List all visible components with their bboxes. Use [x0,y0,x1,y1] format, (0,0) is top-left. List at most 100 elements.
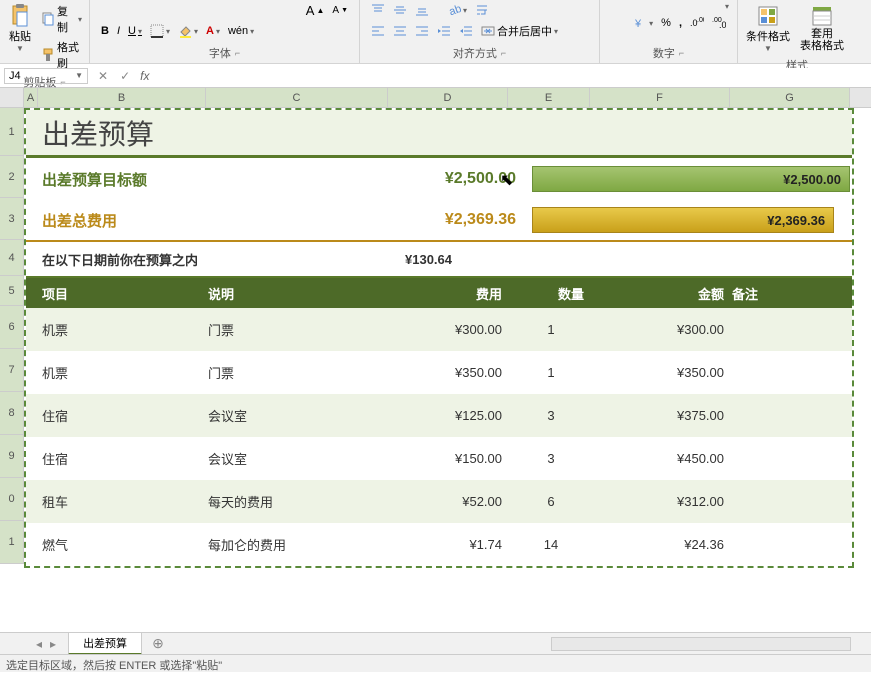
col-header-F[interactable]: F [590,88,730,107]
status-value: ¥130.64 [405,252,452,267]
increase-indent-button[interactable] [456,23,476,39]
sheet-content[interactable]: 出差预算 出差预算目标额 ¥2,500.00 ¥2,500.00 出差总费用 ¥… [24,108,854,568]
col-header-E[interactable]: E [508,88,590,107]
col-header-D[interactable]: D [388,88,508,107]
clipboard-group: 粘贴 ▼ 复制 ▾ 格式刷 剪贴板⌐ [0,0,90,63]
phonetic-button[interactable]: wén▾ [225,24,257,38]
fill-color-button[interactable]: ▾ [175,23,201,39]
fx-icon[interactable]: fx [136,69,153,83]
dropdown-icon[interactable]: ▼ [75,71,83,80]
align-left-button[interactable] [368,23,388,39]
merge-center-button[interactable]: 合并后居中▾ [478,22,561,40]
horizontal-scrollbar[interactable] [551,637,851,651]
total-cost-value: ¥2,369.36 [222,211,524,229]
row-header[interactable]: 7 [0,349,24,392]
table-row[interactable]: 住宿 会议室 ¥125.00 3 ¥375.00 [26,394,852,437]
bold-button[interactable]: B [98,24,112,38]
budget-target-bar: ¥2,500.00 [532,166,850,192]
table-row[interactable]: 住宿 会议室 ¥150.00 3 ¥450.00 [26,437,852,480]
align-bottom-button[interactable] [412,2,432,18]
tab-nav-prev[interactable]: ◂ [36,637,42,651]
sheet-tab[interactable]: 出差预算 [68,632,142,655]
decrease-font-button[interactable]: A▼ [329,4,351,17]
conditional-format-button[interactable]: 条件格式 ▼ [742,2,794,55]
underline-button[interactable]: U▾ [125,24,145,38]
align-center-button[interactable] [390,23,410,39]
cell-item: 机票 [40,320,208,339]
copy-button[interactable]: 复制 ▾ [38,2,85,36]
dialog-launcher-icon[interactable]: ⌐ [679,48,684,58]
total-cost-label: 出差总费用 [40,210,222,231]
svg-text:.0: .0 [719,20,726,30]
accounting-format-button[interactable]: ¥▾ [630,15,656,31]
name-box[interactable]: J4 ▼ [4,68,88,84]
row-header[interactable]: 1 [0,521,24,564]
column-headers: A B C D E F G [0,88,871,108]
add-sheet-button[interactable]: ⊕ [142,635,174,652]
title-row: 出差预算 [26,110,852,158]
select-all-corner[interactable] [0,88,24,107]
status-bar: 选定目标区域，然后按 ENTER 或选择"粘贴" [0,654,871,672]
table-row[interactable]: 机票 门票 ¥300.00 1 ¥300.00 [26,308,852,351]
align-group: ab▾ 合并后居中▾ 对齐方式⌐ [360,0,600,63]
row-header[interactable]: 1 [0,108,24,156]
border-button[interactable]: ▾ [147,23,173,39]
align-middle-button[interactable] [390,2,410,18]
align-right-button[interactable] [412,23,432,39]
header-note: 备注 [732,284,852,303]
table-format-button[interactable]: 套用 表格格式 [796,2,848,54]
cell-amount: ¥24.36 [592,537,732,552]
increase-decimal-button[interactable]: .0.00 [687,15,707,31]
table-row[interactable]: 机票 门票 ¥350.00 1 ¥350.00 [26,351,852,394]
decrease-indent-button[interactable] [434,23,454,39]
dialog-launcher-icon[interactable]: ⌐ [235,48,240,58]
cond-format-icon [756,4,780,28]
cell-amount: ¥300.00 [592,322,732,337]
styles-group: 条件格式 ▼ 套用 表格格式 样式 [738,0,856,63]
orientation-button[interactable]: ab▾ [444,2,470,18]
align-top-button[interactable] [368,2,388,18]
italic-button[interactable]: I [114,24,123,38]
paste-icon [8,4,32,28]
paste-button[interactable]: 粘贴 ▼ [4,2,36,55]
row-header[interactable]: 0 [0,478,24,521]
tab-nav-next[interactable]: ▸ [50,637,56,651]
formula-input[interactable] [153,68,871,84]
col-header-A[interactable]: A [24,88,38,107]
cell-cost: ¥125.00 [390,408,510,423]
col-header-C[interactable]: C [206,88,388,107]
row-header[interactable]: 4 [0,240,24,276]
row-header[interactable]: 8 [0,392,24,435]
header-qty: 数量 [510,284,592,303]
dropdown-icon: ▼ [16,44,24,53]
cell-amount: ¥312.00 [592,494,732,509]
wrap-text-button[interactable] [472,2,492,18]
header-amount: 金额 [592,284,732,303]
decrease-decimal-button[interactable]: .00.0 [709,15,729,31]
total-cost-row: 出差总费用 ¥2,369.36 ¥2,369.36 [26,200,852,242]
col-header-G[interactable]: G [730,88,850,107]
row-header[interactable]: 3 [0,198,24,240]
row-header[interactable]: 9 [0,435,24,478]
row-headers: 1 2 3 4 5 6 7 8 9 0 1 [0,108,24,568]
cancel-button[interactable]: ✕ [92,69,114,83]
row-header[interactable]: 5 [0,276,24,306]
row-header[interactable]: 2 [0,156,24,198]
font-group: A▲ A▼ B I U▾ ▾ ▾ A▾ wén▾ 字体⌐ [90,0,360,63]
cell-item: 住宿 [40,449,208,468]
cell-reference: J4 [9,70,21,82]
col-header-B[interactable]: B [38,88,206,107]
dialog-launcher-icon[interactable]: ⌐ [501,48,506,58]
table-row[interactable]: 燃气 每加仑的费用 ¥1.74 14 ¥24.36 [26,523,852,566]
comma-button[interactable]: , [676,16,685,30]
row-header[interactable]: 6 [0,306,24,349]
font-color-button[interactable]: A▾ [203,24,223,38]
cell-desc: 门票 [208,363,390,382]
increase-font-button[interactable]: A▲ [303,2,328,19]
cell-item: 燃气 [40,535,208,554]
table-row[interactable]: 租车 每天的费用 ¥52.00 6 ¥312.00 [26,480,852,523]
copy-label: 复制 [57,3,76,35]
percent-button[interactable]: % [658,16,674,30]
number-group: ▾ ¥▾ % , .0.00 .00.0 数字⌐ [600,0,738,63]
enter-button[interactable]: ✓ [114,69,136,83]
